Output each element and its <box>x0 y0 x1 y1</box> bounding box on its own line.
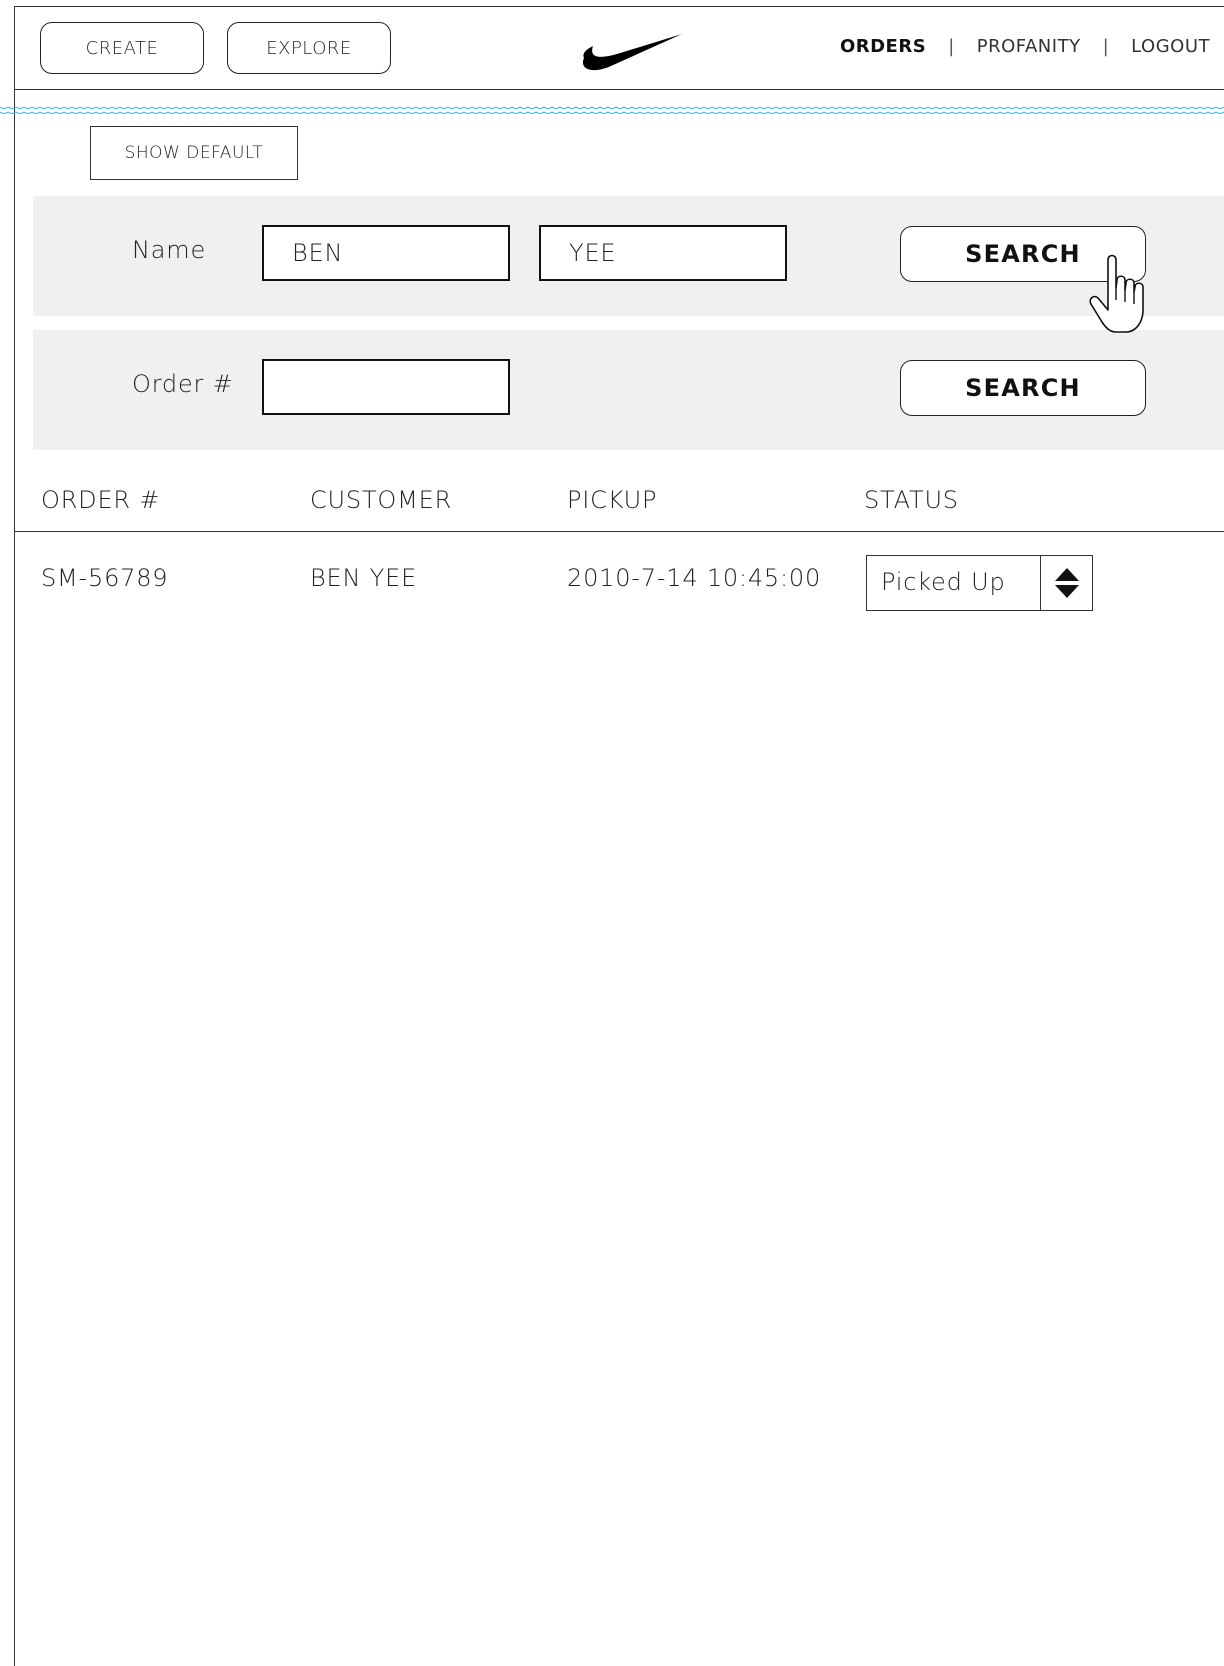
table-row[interactable]: SM-56789 BEN YEE 2010-7-14 10:45:00 Pick… <box>14 532 1224 632</box>
first-name-input[interactable]: BEN <box>262 225 510 281</box>
last-name-input[interactable]: YEE <box>539 225 787 281</box>
order-number-label: Order # <box>132 370 234 398</box>
nav-separator: | <box>948 36 955 57</box>
status-select[interactable]: Picked Up <box>866 555 1093 611</box>
nav-profanity-link[interactable]: PROFANITY <box>977 36 1081 57</box>
pickup-time-cell: 2010-7-14 10:45:00 <box>567 564 822 592</box>
hand-pointer-icon <box>1089 254 1144 333</box>
nav-separator: | <box>1102 36 1110 57</box>
name-label: Name <box>132 236 207 264</box>
top-header: CREATE EXPLORE ORDERS | PROFANITY | LOGO… <box>14 6 1224 90</box>
customer-cell: BEN YEE <box>310 564 418 592</box>
order-search-button[interactable]: SEARCH <box>900 360 1146 416</box>
show-default-button[interactable]: SHOW DEFAULT <box>90 126 298 180</box>
column-header-pickup[interactable]: PICKUP <box>567 486 657 514</box>
column-header-order[interactable]: ORDER # <box>41 486 160 514</box>
name-search-panel: Name BEN YEE SEARCH <box>33 196 1224 316</box>
status-value: Picked Up <box>881 568 1006 596</box>
orders-table-header: ORDER # CUSTOMER PICKUP STATUS <box>14 466 1224 532</box>
order-number-cell: SM-56789 <box>41 564 169 592</box>
order-search-panel: Order # SEARCH <box>33 330 1224 450</box>
order-number-input[interactable] <box>262 359 510 415</box>
create-button[interactable]: CREATE <box>40 22 204 74</box>
column-header-status[interactable]: STATUS <box>864 486 959 514</box>
column-header-customer[interactable]: CUSTOMER <box>310 486 452 514</box>
torn-edge-divider <box>0 106 1224 114</box>
swoosh-logo-icon[interactable] <box>581 28 685 74</box>
top-nav: ORDERS | PROFANITY | LOGOUT <box>840 36 1210 57</box>
explore-button[interactable]: EXPLORE <box>227 22 391 74</box>
nav-orders-link[interactable]: ORDERS <box>840 36 926 57</box>
up-down-arrows-icon[interactable] <box>1040 556 1092 610</box>
nav-logout-link[interactable]: LOGOUT <box>1131 36 1210 57</box>
